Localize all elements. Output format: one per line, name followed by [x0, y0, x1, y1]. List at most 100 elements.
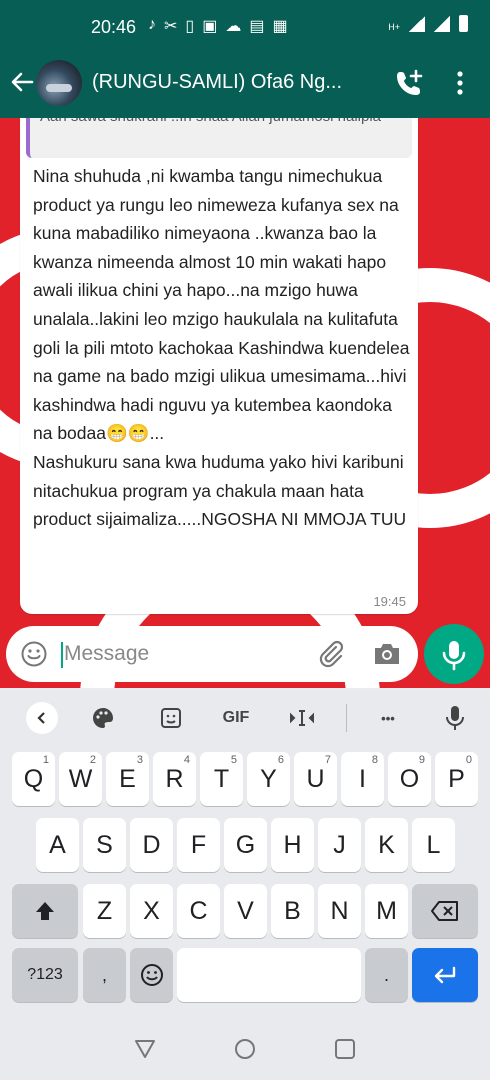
- key-hint: 2: [89, 754, 96, 766]
- emoji-icon: [140, 964, 163, 986]
- home-circle-icon[interactable]: [230, 1034, 260, 1064]
- add-call-icon[interactable]: [394, 68, 424, 98]
- key-label: Q: [23, 764, 44, 793]
- keyboard: GIF ••• Q1 W2 E3 R4 T5 Y6 U7 I8 O9 P0 A …: [0, 690, 490, 1020]
- palette-icon: [93, 708, 113, 728]
- quoted-message[interactable]: Aah sawa shukrani ..In shaa Allah jumamo…: [26, 118, 412, 158]
- emoji-key[interactable]: [130, 948, 173, 1002]
- back-triangle-icon[interactable]: [130, 1034, 160, 1064]
- battery-icon: [459, 15, 468, 32]
- sticker-button[interactable]: [156, 702, 186, 734]
- message-input[interactable]: [64, 638, 304, 670]
- key-x[interactable]: X: [130, 884, 173, 938]
- collapse-toolbar-button[interactable]: [26, 702, 58, 734]
- news-icon: ▤: [249, 18, 265, 35]
- cloud-icon: ☁: [225, 18, 242, 35]
- attach-icon[interactable]: [316, 639, 346, 669]
- key-w[interactable]: W2: [59, 752, 102, 806]
- shift-icon: [36, 902, 54, 920]
- key-u[interactable]: U7: [294, 752, 337, 806]
- missed-call-icon: ✂: [164, 18, 178, 35]
- key-i[interactable]: I8: [341, 752, 384, 806]
- message-text: Nina shuhuda ,ni kwamba tangu nimechukua…: [33, 166, 410, 530]
- tiktok-icon: ♪: [148, 16, 156, 33]
- voice-typing-button[interactable]: [440, 702, 470, 734]
- microphone-icon: [442, 641, 466, 671]
- message-composer: [6, 626, 418, 682]
- recents-square-icon[interactable]: [330, 1034, 360, 1064]
- theme-button[interactable]: [88, 702, 118, 734]
- toolbar-divider: [346, 704, 347, 732]
- key-label: U: [306, 764, 325, 793]
- key-hint: 6: [277, 754, 284, 766]
- message-bubble[interactable]: Aah sawa shukrani ..In shaa Allah jumamo…: [20, 118, 418, 614]
- text-cursor: [61, 642, 63, 668]
- voice-message-button[interactable]: [424, 624, 484, 684]
- key-label: Y: [260, 764, 277, 793]
- comma-key[interactable]: ,: [83, 948, 126, 1002]
- key-label: O: [399, 764, 420, 793]
- symbols-key[interactable]: ?123: [12, 948, 78, 1002]
- status-time: 20:46: [91, 17, 137, 37]
- key-z[interactable]: Z: [83, 884, 126, 938]
- key-n[interactable]: N: [318, 884, 361, 938]
- key-hint: 0: [465, 754, 472, 766]
- chat-title[interactable]: (RUNGU-SAMLI) Ofa6 Ng...: [92, 71, 382, 94]
- key-l[interactable]: L: [412, 818, 455, 872]
- key-hint: 8: [371, 754, 378, 766]
- key-hint: 5: [230, 754, 237, 766]
- status-bar: 20:46 ♪ ✂ ▯ ▣ ☁ ▤ ▦ H+: [0, 0, 490, 52]
- key-e[interactable]: E3: [106, 752, 149, 806]
- key-o[interactable]: O9: [388, 752, 431, 806]
- key-label: W: [68, 764, 93, 793]
- key-c[interactable]: C: [177, 884, 220, 938]
- group-avatar[interactable]: [36, 60, 82, 106]
- key-hint: 9: [418, 754, 425, 766]
- signal-icon: [409, 16, 425, 32]
- key-k[interactable]: K: [365, 818, 408, 872]
- keyboard-toolbar: GIF •••: [0, 690, 490, 746]
- key-hint: 1: [42, 754, 49, 766]
- key-j[interactable]: J: [318, 818, 361, 872]
- gif-button[interactable]: GIF: [216, 702, 256, 734]
- overflow-menu-icon[interactable]: [450, 68, 470, 98]
- microphone-icon: [446, 706, 464, 730]
- chevron-left-icon: [37, 712, 45, 724]
- key-t[interactable]: T5: [200, 752, 243, 806]
- backspace-key[interactable]: [412, 884, 478, 938]
- key-r[interactable]: R4: [153, 752, 196, 806]
- calendar-icon: ▦: [272, 18, 288, 35]
- key-hint: 4: [183, 754, 190, 766]
- key-y[interactable]: Y6: [247, 752, 290, 806]
- system-indicators: H+: [388, 15, 468, 32]
- signal-icon-2: [434, 16, 450, 32]
- key-g[interactable]: G: [224, 818, 267, 872]
- shift-key[interactable]: [12, 884, 78, 938]
- camera-icon[interactable]: [372, 640, 402, 668]
- key-h[interactable]: H: [271, 818, 314, 872]
- key-v[interactable]: V: [224, 884, 267, 938]
- key-label: I: [359, 764, 366, 793]
- emoji-icon[interactable]: [20, 640, 48, 668]
- key-hint: 7: [324, 754, 331, 766]
- enter-key[interactable]: [412, 948, 478, 1002]
- key-p[interactable]: P0: [435, 752, 478, 806]
- key-f[interactable]: F: [177, 818, 220, 872]
- key-b[interactable]: B: [271, 884, 314, 938]
- key-m[interactable]: M: [365, 884, 408, 938]
- key-q[interactable]: Q1: [12, 752, 55, 806]
- key-s[interactable]: S: [83, 818, 126, 872]
- back-arrow-icon[interactable]: [8, 68, 36, 96]
- text-editing-button[interactable]: [286, 702, 318, 734]
- space-key[interactable]: [177, 948, 361, 1002]
- period-key[interactable]: .: [365, 948, 408, 1002]
- system-navigation-bar: [0, 1020, 490, 1080]
- key-label: R: [165, 764, 184, 793]
- key-d[interactable]: D: [130, 818, 173, 872]
- key-hint: 3: [136, 754, 143, 766]
- more-options-button[interactable]: •••: [370, 702, 406, 734]
- sticker-icon: [161, 708, 181, 728]
- key-a[interactable]: A: [36, 818, 79, 872]
- chat-header: (RUNGU-SAMLI) Ofa6 Ng...: [0, 52, 490, 118]
- cursor-control-icon: [290, 710, 314, 726]
